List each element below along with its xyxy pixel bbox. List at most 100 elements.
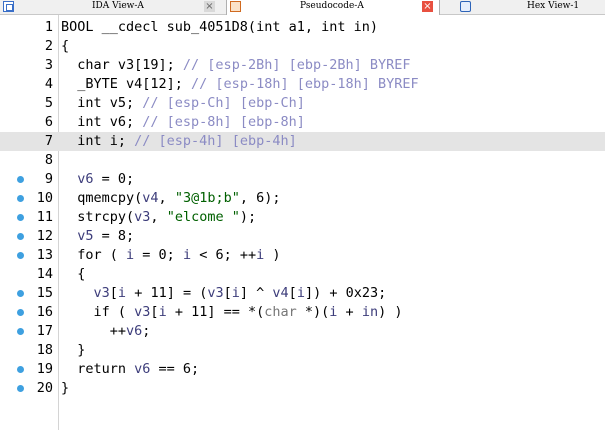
tab-label: Pseudocode-A: [300, 1, 364, 11]
code-text: _BYTE v4[12]; // [esp-18h] [ebp-18h] BYR…: [61, 75, 418, 94]
code-text: }: [61, 341, 85, 360]
code-line[interactable]: 9 v6 = 0;: [0, 170, 605, 189]
code-token: }: [61, 380, 70, 396]
code-line[interactable]: 5 int v5; // [esp-Ch] [ebp-Ch]: [0, 94, 605, 113]
code-token: ): [264, 247, 281, 263]
line-number: 4: [44, 76, 53, 92]
tab-label: IDA View-A: [92, 1, 144, 11]
code-text: }: [61, 379, 69, 398]
code-token: int v6;: [61, 114, 143, 130]
code-token: );: [239, 209, 257, 225]
code-line[interactable]: 11 strcpy(v3, "elcome ");: [0, 208, 605, 227]
line-number: 17: [36, 323, 53, 339]
line-number: 12: [36, 228, 53, 244]
line-number: 1: [44, 19, 53, 35]
code-token: , 6);: [239, 190, 281, 206]
code-token: qmemcpy(: [61, 190, 143, 206]
tab-hex-view-1[interactable]: Hex View-1: [441, 0, 605, 14]
line-number: 8: [44, 152, 53, 168]
code-line[interactable]: 15 v3[i + 11] = (v3[i] ^ v4[i]) + 0x23;: [0, 284, 605, 303]
hex-view-icon: [460, 1, 471, 12]
code-line[interactable]: 7 int i; // [esp-4h] [ebp-4h]: [0, 132, 605, 151]
code-line[interactable]: 2{: [0, 37, 605, 56]
code-token: i: [231, 285, 240, 301]
close-icon[interactable]: ×: [422, 1, 433, 12]
line-number: 6: [44, 114, 53, 130]
code-token: strcpy(: [61, 209, 135, 225]
line-number: 16: [36, 304, 53, 320]
code-token: i: [158, 304, 167, 320]
code-text: v5 = 8;: [61, 227, 134, 246]
code-line[interactable]: 13 for ( i = 0; i < 6; ++i ): [0, 246, 605, 265]
code-token: [: [150, 304, 159, 320]
code-line[interactable]: 3 char v3[19]; // [esp-2Bh] [ebp-2Bh] BY…: [0, 56, 605, 75]
code-token: // [esp-4h] [ebp-4h]: [134, 133, 297, 149]
code-token: }: [61, 342, 86, 358]
code-text: {: [61, 37, 69, 56]
code-token: {: [61, 266, 86, 282]
code-token: [: [109, 285, 118, 301]
code-token: for (: [61, 247, 127, 263]
code-line[interactable]: 1 BOOL __cdecl sub_4051D8(int a1, int in): [0, 18, 605, 37]
line-number: 15: [36, 285, 53, 301]
code-token: // [esp-8h] [ebp-8h]: [142, 114, 305, 130]
pseudocode-editor[interactable]: 1 BOOL __cdecl sub_4051D8(int a1, int in)…: [0, 15, 605, 430]
code-token: ]) + 0x23;: [304, 285, 387, 301]
code-text: int v6; // [esp-8h] [ebp-8h]: [61, 113, 305, 132]
code-token: i: [126, 247, 135, 263]
code-text: for ( i = 0; i < 6; ++i ): [61, 246, 281, 265]
code-line[interactable]: 14 {: [0, 265, 605, 284]
line-number: 13: [36, 247, 53, 263]
code-token: i: [182, 247, 192, 263]
code-token: i: [117, 285, 127, 301]
line-number: 7: [44, 133, 53, 149]
code-token: v4: [272, 285, 289, 301]
code-token: "elcome ": [166, 209, 240, 225]
code-line[interactable]: 18 }: [0, 341, 605, 360]
code-token: v6: [126, 323, 143, 339]
code-token: ++: [61, 323, 127, 339]
code-token: int i;: [61, 133, 135, 149]
code-token: [: [223, 285, 232, 301]
code-text: qmemcpy(v4, "3@1b;b", 6);: [61, 189, 280, 208]
code-token: // [esp-Ch] [ebp-Ch]: [142, 95, 305, 111]
code-text: int v5; // [esp-Ch] [ebp-Ch]: [61, 94, 305, 113]
code-token: *)(: [296, 304, 330, 320]
code-text: {: [61, 265, 85, 284]
code-text: v6 = 0;: [61, 170, 134, 189]
code-line[interactable]: 4 _BYTE v4[12]; // [esp-18h] [ebp-18h] B…: [0, 75, 605, 94]
code-line[interactable]: 16 if ( v3[i + 11] == *(char *)(i + in) …: [0, 303, 605, 322]
code-token: _BYTE v4[12];: [61, 76, 192, 92]
code-line[interactable]: 8: [0, 151, 605, 170]
line-number: 5: [44, 95, 53, 111]
code-line[interactable]: 12 v5 = 8;: [0, 227, 605, 246]
line-number: 19: [36, 361, 53, 377]
code-text: return v6 == 6;: [61, 360, 199, 379]
line-number: 14: [36, 266, 53, 282]
code-text: ++v6;: [61, 322, 151, 341]
code-token: = 8;: [93, 228, 135, 244]
code-line[interactable]: 6 int v6; // [esp-8h] [ebp-8h]: [0, 113, 605, 132]
code-token: if (: [61, 304, 135, 320]
line-number: 20: [36, 380, 53, 396]
line-number: 3: [44, 57, 53, 73]
tab-ida-view-a[interactable]: IDA View-A ×: [0, 0, 225, 14]
code-token: v4: [142, 190, 159, 206]
code-text: strcpy(v3, "elcome ");: [61, 208, 256, 227]
code-line[interactable]: 17 ++v6;: [0, 322, 605, 341]
code-token: in: [361, 304, 379, 320]
code-line[interactable]: 20}: [0, 379, 605, 398]
tab-pseudocode-a[interactable]: Pseudocode-A ×: [226, 0, 440, 15]
code-line[interactable]: 19 return v6 == 6;: [0, 360, 605, 379]
code-token: return: [61, 361, 135, 377]
code-token: ] ^: [239, 285, 273, 301]
line-number: 18: [36, 342, 53, 358]
code-token: +: [337, 304, 362, 320]
code-token: + 11] = (: [126, 285, 208, 301]
code-text: if ( v3[i + 11] == *(char *)(i + in) ): [61, 303, 403, 322]
close-icon[interactable]: ×: [204, 1, 215, 12]
code-line[interactable]: 10 qmemcpy(v4, "3@1b;b", 6);: [0, 189, 605, 208]
code-token: v3: [134, 304, 151, 320]
